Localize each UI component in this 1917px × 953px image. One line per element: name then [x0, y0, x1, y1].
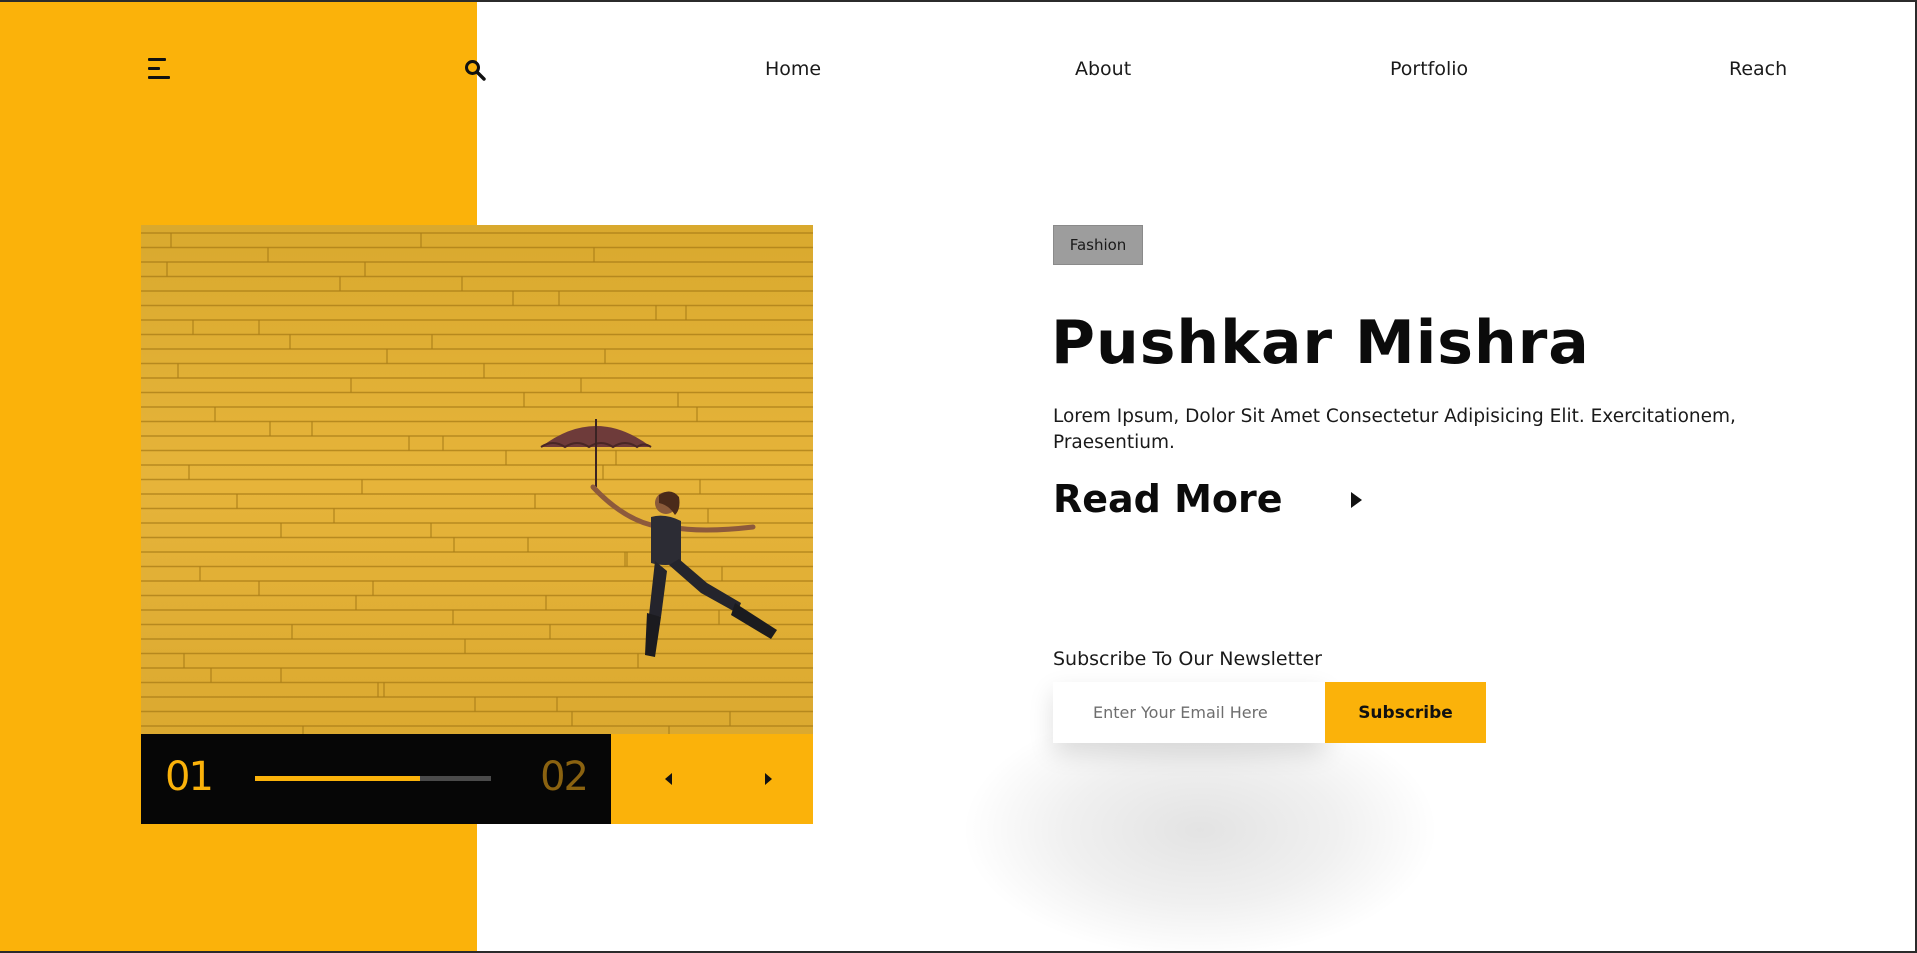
progress-track: [255, 776, 491, 781]
caret-left-icon[interactable]: [659, 769, 679, 789]
hero-image: [141, 225, 813, 735]
slide-current-number: 01: [165, 754, 214, 800]
caret-right-icon[interactable]: [1348, 490, 1364, 510]
slide-next-number: 02: [540, 754, 589, 800]
progress-fill: [255, 776, 421, 781]
email-input[interactable]: [1053, 682, 1325, 743]
subscribe-button[interactable]: Subscribe: [1325, 682, 1486, 743]
newsletter-label: Subscribe To Our Newsletter: [1053, 648, 1322, 670]
caret-right-icon[interactable]: [758, 769, 778, 789]
top-navigation: Home About Portfolio Reach: [0, 58, 1917, 82]
hero-description: Lorem Ipsum, Dolor Sit Amet Consectetur …: [1053, 406, 1736, 453]
nav-link-reach[interactable]: Reach: [1729, 58, 1787, 80]
slider-progress-bar: 01 02: [141, 734, 611, 824]
nav-link-home[interactable]: Home: [765, 58, 821, 80]
slider-controls: [611, 734, 813, 824]
nav-link-portfolio[interactable]: Portfolio: [1390, 58, 1468, 80]
category-tag[interactable]: Fashion: [1053, 225, 1143, 265]
read-more-link[interactable]: Read More: [1053, 477, 1283, 521]
page-title: Pushkar Mishra: [1051, 308, 1590, 378]
nav-link-about[interactable]: About: [1075, 58, 1131, 80]
